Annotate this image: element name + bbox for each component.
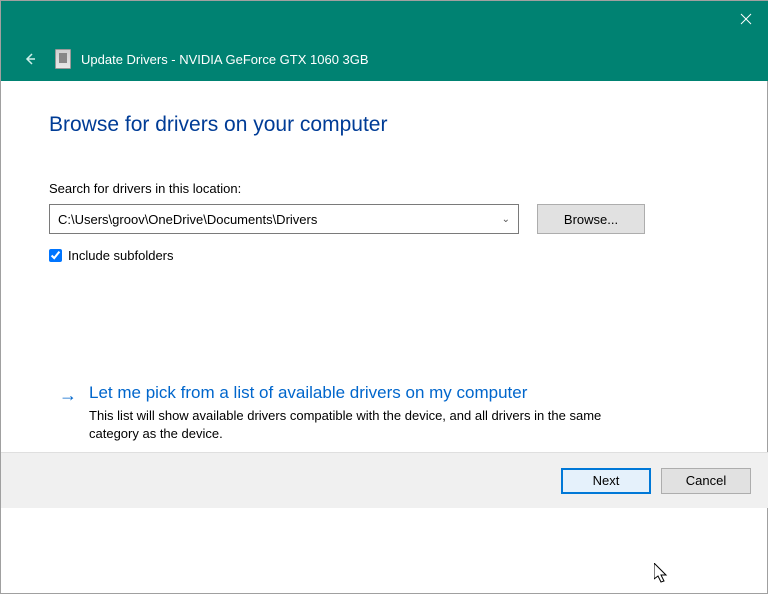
footer: Next Cancel	[1, 452, 768, 508]
mouse-cursor-icon	[654, 563, 670, 585]
wizard-header: Update Drivers - NVIDIA GeForce GTX 1060…	[1, 37, 768, 81]
cancel-button[interactable]: Cancel	[661, 468, 751, 494]
device-icon	[55, 49, 71, 69]
close-button[interactable]	[723, 1, 768, 37]
browse-button[interactable]: Browse...	[537, 204, 645, 234]
search-path-combobox[interactable]: C:\Users\groov\OneDrive\Documents\Driver…	[49, 204, 519, 234]
include-subfolders-checkbox[interactable]: Include subfolders	[49, 248, 721, 263]
content-area: Browse for drivers on your computer Sear…	[1, 81, 768, 452]
search-location-label: Search for drivers in this location:	[49, 181, 721, 196]
back-arrow-icon	[23, 52, 37, 66]
arrow-right-icon: →	[59, 383, 77, 442]
page-heading: Browse for drivers on your computer	[49, 113, 721, 137]
include-subfolders-input[interactable]	[49, 249, 62, 262]
pick-from-list-option[interactable]: → Let me pick from a list of available d…	[59, 383, 721, 442]
pick-from-list-description: This list will show available drivers co…	[89, 407, 649, 442]
chevron-down-icon: ⌄	[502, 214, 510, 225]
include-subfolders-label: Include subfolders	[68, 248, 174, 263]
back-button[interactable]	[21, 50, 39, 68]
wizard-title: Update Drivers - NVIDIA GeForce GTX 1060…	[81, 52, 369, 67]
titlebar	[1, 1, 768, 37]
close-icon	[740, 13, 752, 25]
pick-from-list-title: Let me pick from a list of available dri…	[89, 383, 721, 403]
search-path-value: C:\Users\groov\OneDrive\Documents\Driver…	[58, 212, 317, 227]
next-button[interactable]: Next	[561, 468, 651, 494]
